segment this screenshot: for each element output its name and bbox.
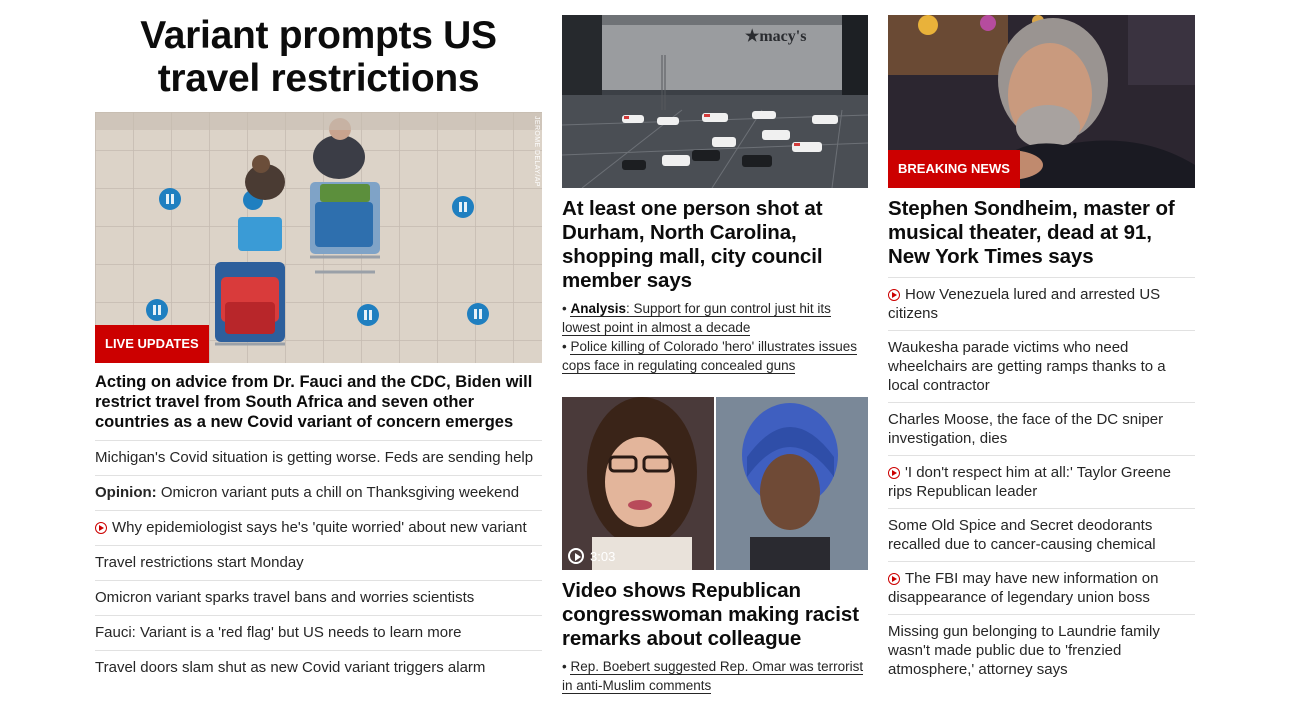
durham-story-title[interactable]: At least one person shot at Durham, Nort… (562, 197, 868, 293)
list-item[interactable]: 'I don't respect him at all:' Taylor Gre… (888, 456, 1195, 509)
list-item[interactable]: Why epidemiologist says he's 'quite worr… (95, 511, 542, 546)
list-item[interactable]: Charles Moose, the face of the DC sniper… (888, 403, 1195, 456)
video-play-icon (888, 289, 900, 301)
list-item[interactable]: Omicron variant sparks travel bans and w… (95, 581, 542, 616)
mall-parking-image: ★macy's (562, 15, 868, 188)
list-item[interactable]: Opinion: Omicron variant puts a chill on… (95, 476, 542, 511)
mall-photo[interactable]: ★macy's (562, 15, 868, 188)
video-play-icon (95, 522, 107, 534)
middle-column: ★macy's At least one person shot at Durh… (562, 15, 868, 695)
lead-story-title[interactable]: Acting on advice from Dr. Fauci and the … (95, 372, 542, 441)
sondheim-photo[interactable]: BREAKING NEWS (888, 15, 1195, 188)
airport-photo[interactable]: JEROME DELAY/AP LIVE UPDATES (95, 112, 542, 363)
main-headline[interactable]: Variant prompts US travel restrictions (95, 14, 542, 100)
play-circle-icon (568, 548, 584, 564)
boebert-link[interactable]: • Rep. Boebert suggested Rep. Omar was t… (562, 657, 868, 695)
video-duration-badge: 3:03 (568, 548, 615, 564)
boebert-related-links: • Rep. Boebert suggested Rep. Omar was t… (562, 657, 868, 695)
live-updates-badge: LIVE UPDATES (95, 325, 209, 363)
macys-sign: ★macy's (745, 28, 806, 45)
opinion-label: Opinion: (95, 484, 157, 501)
list-item[interactable]: How Venezuela lured and arrested US citi… (888, 278, 1195, 331)
right-column: BREAKING NEWS Stephen Sondheim, master o… (888, 15, 1195, 686)
breaking-news-badge: BREAKING NEWS (888, 150, 1020, 188)
list-item[interactable]: Travel doors slam shut as new Covid vari… (95, 651, 542, 685)
list-item[interactable]: Waukesha parade victims who need wheelch… (888, 331, 1195, 403)
sondheim-story-title[interactable]: Stephen Sondheim, master of musical thea… (888, 197, 1195, 269)
right-stories-list: How Venezuela lured and arrested US citi… (888, 278, 1195, 686)
video-play-icon (888, 573, 900, 585)
list-item[interactable]: Travel restrictions start Monday (95, 546, 542, 581)
list-item[interactable]: Missing gun belonging to Laundrie family… (888, 615, 1195, 686)
video-play-icon (888, 467, 900, 479)
related-stories-list: Michigan's Covid situation is getting wo… (95, 441, 542, 685)
list-item[interactable]: Some Old Spice and Secret deodorants rec… (888, 509, 1195, 562)
congresswomen-video[interactable]: 3:03 (562, 397, 868, 570)
boebert-story-title[interactable]: Video shows Republican congresswoman mak… (562, 579, 868, 651)
photo-credit: JEROME DELAY/AP (533, 116, 540, 187)
colorado-link[interactable]: • Police killing of Colorado 'hero' illu… (562, 337, 868, 375)
list-item[interactable]: The FBI may have new information on disa… (888, 562, 1195, 615)
list-item[interactable]: Michigan's Covid situation is getting wo… (95, 441, 542, 476)
analysis-link[interactable]: • Analysis: Support for gun control just… (562, 299, 868, 337)
list-item[interactable]: Fauci: Variant is a 'red flag' but US ne… (95, 616, 542, 651)
lead-column: Variant prompts US travel restrictions J… (95, 0, 542, 685)
durham-related-links: • Analysis: Support for gun control just… (562, 299, 868, 375)
congresswomen-image (562, 397, 868, 570)
